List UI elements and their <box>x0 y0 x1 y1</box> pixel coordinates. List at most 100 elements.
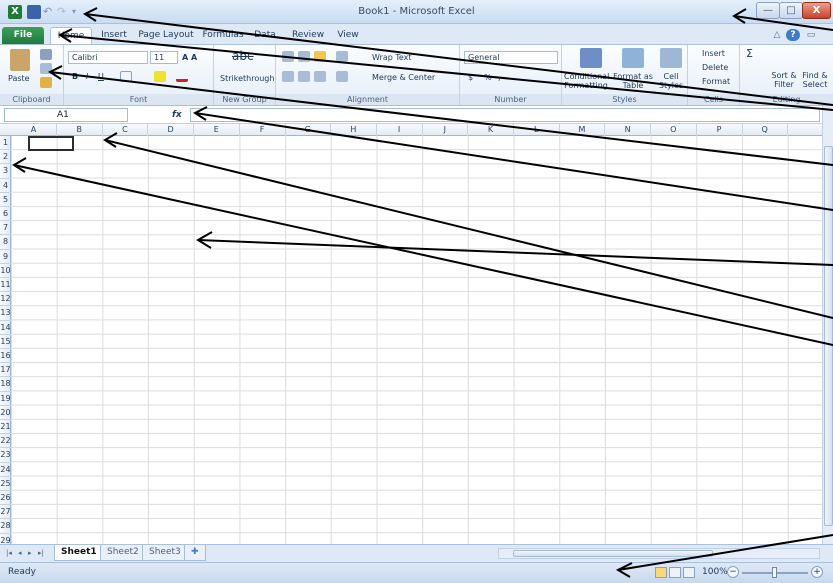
tab-home[interactable]: Home <box>50 27 92 44</box>
sheet-tab-sheet3[interactable]: Sheet3 <box>142 545 188 561</box>
row-header-8[interactable]: 8 <box>0 235 11 250</box>
percent-button[interactable]: % <box>484 72 492 83</box>
row-header-17[interactable]: 17 <box>0 363 11 378</box>
find-select-button[interactable]: Find & Select <box>800 71 830 89</box>
help-icon[interactable]: ? <box>786 29 800 41</box>
tab-page-layout[interactable]: Page Layout <box>136 27 196 44</box>
page-break-view-icon[interactable] <box>683 567 695 578</box>
column-header-p[interactable]: P <box>697 124 743 136</box>
column-header-k[interactable]: K <box>468 124 514 136</box>
normal-view-icon[interactable] <box>655 567 667 578</box>
row-header-5[interactable]: 5 <box>0 193 11 207</box>
orientation-icon[interactable] <box>336 51 348 62</box>
copy-icon[interactable] <box>40 63 52 74</box>
row-header-25[interactable]: 25 <box>0 477 11 491</box>
column-header-i[interactable]: I <box>377 124 423 136</box>
paste-icon[interactable] <box>10 49 30 71</box>
row-header-13[interactable]: 13 <box>0 306 11 321</box>
merge-center-button[interactable]: Merge & Center <box>372 72 435 83</box>
row-header-24[interactable]: 24 <box>0 463 11 477</box>
align-bottom-icon[interactable] <box>314 51 326 62</box>
font-name-select[interactable]: Calibri <box>68 51 148 64</box>
row-header-3[interactable]: 3 <box>0 164 11 179</box>
active-cell[interactable] <box>28 136 74 151</box>
column-header-q[interactable]: Q <box>742 124 789 136</box>
number-format-select[interactable]: General <box>464 51 558 64</box>
format-as-table-icon[interactable] <box>622 48 644 68</box>
row-header-9[interactable]: 9 <box>0 250 11 264</box>
vertical-scroll-thumb[interactable] <box>824 146 833 526</box>
column-header-f[interactable]: F <box>240 124 286 136</box>
row-header-22[interactable]: 22 <box>0 434 11 449</box>
row-header-20[interactable]: 20 <box>0 406 11 420</box>
row-header-11[interactable]: 11 <box>0 278 11 293</box>
wrap-text-button[interactable]: Wrap Text <box>372 52 412 63</box>
tab-view[interactable]: View <box>332 27 364 44</box>
maximize-button[interactable]: □ <box>779 2 803 19</box>
grow-font-icon[interactable]: A A <box>182 52 197 63</box>
delete-cells-button[interactable]: Delete <box>702 62 728 73</box>
paste-button[interactable]: Paste <box>8 73 30 84</box>
strikethrough-sample[interactable]: abc <box>232 50 254 62</box>
align-top-icon[interactable] <box>282 51 294 62</box>
close-button[interactable]: X <box>802 2 831 19</box>
column-header-a[interactable]: A <box>11 124 57 136</box>
conditional-formatting-icon[interactable] <box>580 48 602 68</box>
row-header-1[interactable]: 1 <box>0 136 11 151</box>
sort-filter-button[interactable]: Sort & Filter <box>770 71 798 89</box>
column-header-b[interactable]: B <box>57 124 103 136</box>
horizontal-scroll-thumb[interactable] <box>513 550 713 557</box>
column-header-n[interactable]: N <box>605 124 652 136</box>
minimize-button[interactable]: — <box>756 2 780 19</box>
tab-file[interactable]: File <box>2 27 44 44</box>
row-header-14[interactable]: 14 <box>0 321 11 335</box>
formula-input[interactable] <box>190 108 820 122</box>
comma-button[interactable]: , <box>498 72 501 83</box>
sheet-tab-sheet1[interactable]: Sheet1 <box>54 545 104 561</box>
strikethrough-button[interactable]: Strikethrough <box>220 73 274 84</box>
row-header-2[interactable]: 2 <box>0 150 11 165</box>
align-left-icon[interactable] <box>282 71 294 82</box>
align-middle-icon[interactable] <box>298 51 310 62</box>
currency-button[interactable]: $ <box>468 72 473 83</box>
tab-data[interactable]: Data <box>250 27 280 44</box>
row-header-23[interactable]: 23 <box>0 448 11 463</box>
format-painter-icon[interactable] <box>40 77 52 88</box>
row-header-18[interactable]: 18 <box>0 377 11 392</box>
column-header-d[interactable]: D <box>148 124 195 136</box>
column-header-j[interactable]: J <box>422 124 469 136</box>
row-header-4[interactable]: 4 <box>0 179 11 193</box>
insert-function-icon[interactable]: fx <box>172 108 186 122</box>
column-header-c[interactable]: C <box>102 124 149 136</box>
column-header-h[interactable]: H <box>331 124 377 136</box>
cut-icon[interactable] <box>40 49 52 60</box>
insert-sheet-icon[interactable]: ✚ <box>184 545 206 561</box>
cell-styles-button[interactable]: Cell Styles <box>656 72 686 90</box>
horizontal-scrollbar[interactable] <box>498 548 820 559</box>
row-header-12[interactable]: 12 <box>0 292 11 307</box>
prev-sheet-icon[interactable]: ◂ <box>18 549 22 557</box>
conditional-formatting-button[interactable]: Conditional Formatting <box>564 72 609 90</box>
last-sheet-icon[interactable]: ▸| <box>38 549 44 557</box>
worksheet-grid[interactable] <box>0 124 822 544</box>
row-header-15[interactable]: 15 <box>0 335 11 349</box>
row-header-7[interactable]: 7 <box>0 221 11 236</box>
row-header-16[interactable]: 16 <box>0 349 11 364</box>
tab-insert[interactable]: Insert <box>94 27 134 44</box>
borders-icon[interactable] <box>120 71 132 82</box>
next-sheet-icon[interactable]: ▸ <box>28 549 32 557</box>
align-right-icon[interactable] <box>314 71 326 82</box>
ribbon-minimize-icon[interactable]: △ <box>770 29 784 41</box>
zoom-out-button[interactable]: − <box>727 566 739 578</box>
sheet-tab-sheet2[interactable]: Sheet2 <box>100 545 146 561</box>
name-box[interactable]: A1 <box>4 108 128 122</box>
zoom-slider-thumb[interactable] <box>772 567 777 578</box>
autosum-icon[interactable]: Σ <box>746 48 753 59</box>
tab-review[interactable]: Review <box>288 27 328 44</box>
indent-icon[interactable] <box>336 71 348 82</box>
restore-window-icon[interactable]: ▭ <box>804 29 818 41</box>
insert-cells-button[interactable]: Insert <box>702 48 725 59</box>
row-header-6[interactable]: 6 <box>0 207 11 222</box>
column-header-o[interactable]: O <box>651 124 697 136</box>
zoom-level[interactable]: 100% <box>702 567 728 577</box>
